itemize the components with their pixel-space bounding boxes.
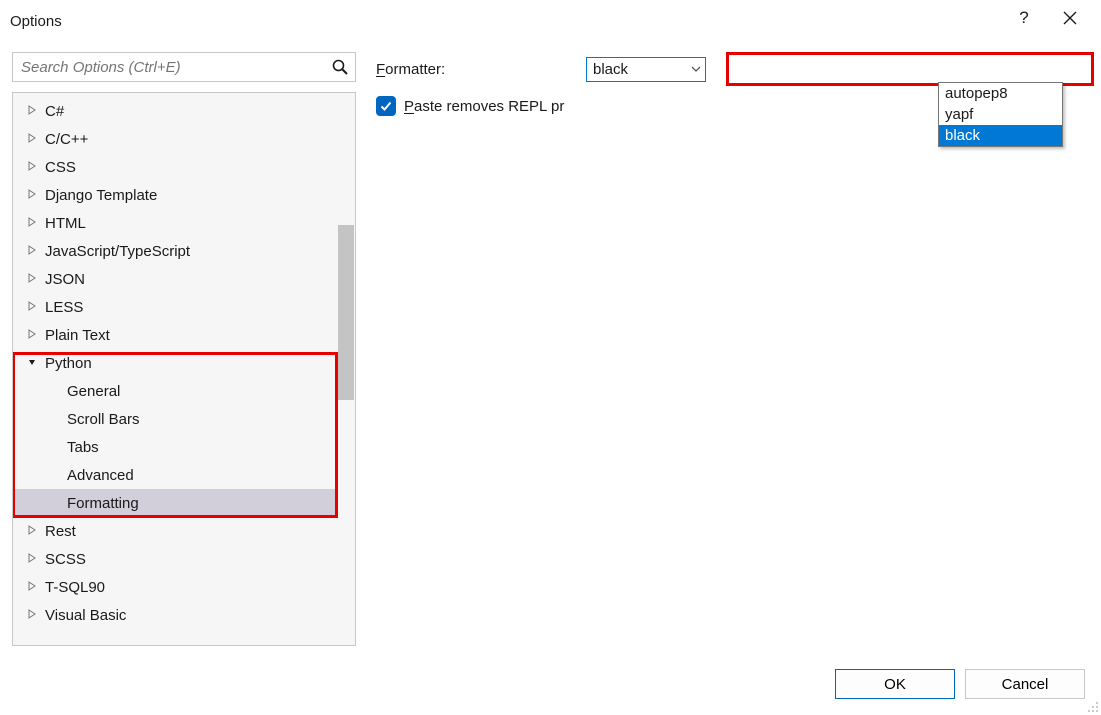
tree-item-label: T-SQL90 <box>45 579 105 596</box>
tree-item-label: Formatting <box>67 495 139 512</box>
tree-item-label: JavaScript/TypeScript <box>45 243 190 260</box>
chevron-right-icon[interactable] <box>27 301 39 313</box>
tree-item-tabs[interactable]: Tabs <box>13 433 355 461</box>
cancel-button[interactable]: Cancel <box>965 669 1085 699</box>
tree-item-django-template[interactable]: Django Template <box>13 181 355 209</box>
tree-item-formatting[interactable]: Formatting <box>13 489 355 517</box>
formatter-value: black <box>593 61 628 78</box>
search-input-wrap[interactable] <box>12 52 356 82</box>
chevron-right-icon[interactable] <box>27 217 39 229</box>
tree-item-label: Rest <box>45 523 76 540</box>
tree-item-label: JSON <box>45 271 85 288</box>
chevron-down-icon <box>691 64 701 74</box>
resize-grip[interactable] <box>1085 699 1099 713</box>
scrollbar-track[interactable] <box>337 93 355 645</box>
tree-item-label: HTML <box>45 215 86 232</box>
chevron-right-icon[interactable] <box>27 329 39 341</box>
tree-item-css[interactable]: CSS <box>13 153 355 181</box>
close-icon <box>1063 11 1077 25</box>
titlebar: Options ? <box>0 0 1101 36</box>
tree-item-label: Python <box>45 355 92 372</box>
formatter-dropdown: autopep8yapfblack <box>938 82 1063 147</box>
tree-item-less[interactable]: LESS <box>13 293 355 321</box>
chevron-right-icon[interactable] <box>27 609 39 621</box>
ok-button[interactable]: OK <box>835 669 955 699</box>
tree-item-rest[interactable]: Rest <box>13 517 355 545</box>
chevron-down-icon[interactable] <box>27 357 39 369</box>
tree-item-label: Scroll Bars <box>67 411 140 428</box>
tree-item-label: Plain Text <box>45 327 110 344</box>
close-button[interactable] <box>1047 2 1093 34</box>
chevron-right-icon[interactable] <box>27 105 39 117</box>
tree-item-label: Advanced <box>67 467 134 484</box>
window-title: Options <box>8 7 62 30</box>
chevron-right-icon[interactable] <box>27 273 39 285</box>
help-button[interactable]: ? <box>1001 2 1047 34</box>
dropdown-item-autopep8[interactable]: autopep8 <box>939 83 1062 104</box>
paste-repl-label: Paste removes REPL pr <box>404 98 564 115</box>
tree-item-scroll-bars[interactable]: Scroll Bars <box>13 405 355 433</box>
tree-item-advanced[interactable]: Advanced <box>13 461 355 489</box>
search-icon[interactable] <box>331 58 349 76</box>
chevron-right-icon[interactable] <box>27 161 39 173</box>
formatter-label: Formatter: <box>376 61 586 78</box>
tree-item-label: LESS <box>45 299 83 316</box>
tree-item-json[interactable]: JSON <box>13 265 355 293</box>
dropdown-item-yapf[interactable]: yapf <box>939 104 1062 125</box>
chevron-right-icon[interactable] <box>27 245 39 257</box>
tree-item-t-sql90[interactable]: T-SQL90 <box>13 573 355 601</box>
scrollbar-thumb[interactable] <box>338 225 354 400</box>
tree-item-plain-text[interactable]: Plain Text <box>13 321 355 349</box>
tree-item-c-[interactable]: C# <box>13 97 355 125</box>
search-input[interactable] <box>21 59 331 76</box>
tree-item-general[interactable]: General <box>13 377 355 405</box>
tree-item-label: CSS <box>45 159 76 176</box>
chevron-right-icon[interactable] <box>27 553 39 565</box>
tree-item-javascript-typescript[interactable]: JavaScript/TypeScript <box>13 237 355 265</box>
tree-item-label: Tabs <box>67 439 99 456</box>
chevron-right-icon[interactable] <box>27 581 39 593</box>
formatter-combo[interactable]: black <box>586 57 706 82</box>
tree-item-python[interactable]: Python <box>13 349 355 377</box>
tree-item-c-c-[interactable]: C/C++ <box>13 125 355 153</box>
dropdown-item-black[interactable]: black <box>939 125 1062 146</box>
tree-item-label: Visual Basic <box>45 607 126 624</box>
chevron-right-icon[interactable] <box>27 525 39 537</box>
tree-item-scss[interactable]: SCSS <box>13 545 355 573</box>
tree-item-label: SCSS <box>45 551 86 568</box>
chevron-right-icon[interactable] <box>27 189 39 201</box>
tree-item-visual-basic[interactable]: Visual Basic <box>13 601 355 629</box>
tree-item-label: Django Template <box>45 187 157 204</box>
tree-item-label: C/C++ <box>45 131 88 148</box>
chevron-right-icon[interactable] <box>27 133 39 145</box>
options-tree: C# C/C++ CSS Django Template HTML JavaScript/… <box>12 92 356 646</box>
check-icon <box>379 99 393 113</box>
paste-repl-checkbox[interactable] <box>376 96 396 116</box>
tree-item-html[interactable]: HTML <box>13 209 355 237</box>
tree-item-label: C# <box>45 103 64 120</box>
tree-item-label: General <box>67 383 120 400</box>
